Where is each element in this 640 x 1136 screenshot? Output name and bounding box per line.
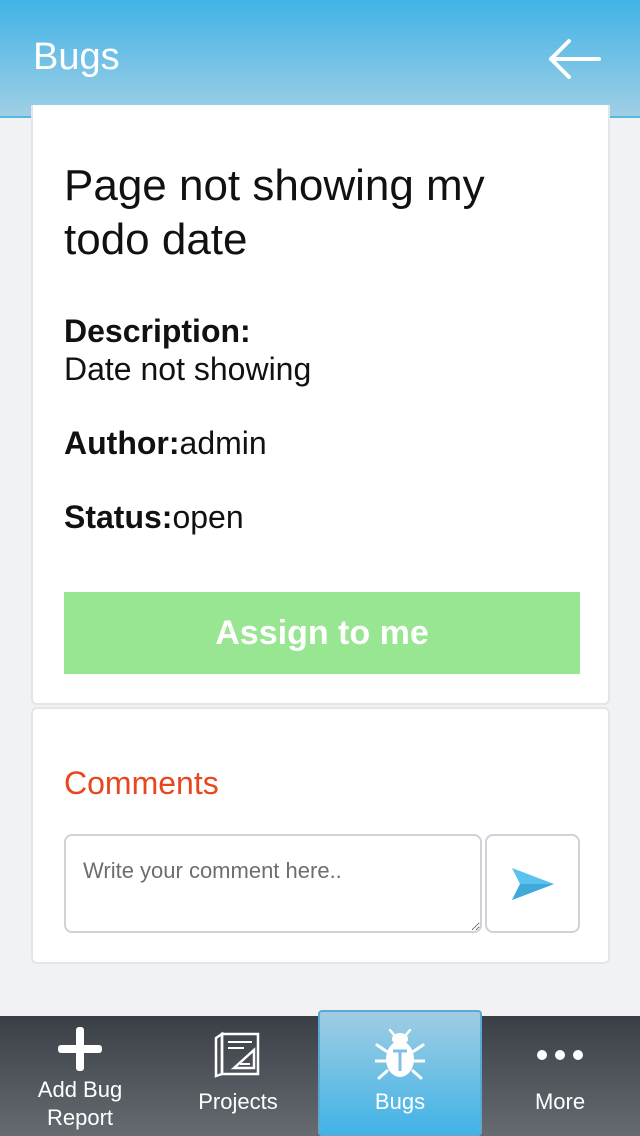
back-button[interactable]: [544, 32, 604, 86]
nav-more[interactable]: More: [480, 1016, 640, 1136]
assign-to-me-button[interactable]: Assign to me: [64, 592, 580, 674]
send-paper-plane-icon: [511, 867, 554, 900]
bug-details-card: Page not showing my todo date Descriptio…: [31, 105, 610, 705]
status-row: Status:open: [64, 499, 244, 536]
nav-label-more: More: [534, 1089, 586, 1114]
description-label: Description:: [64, 313, 251, 349]
nav-label-add-bug-report: Add Bug Report: [37, 1077, 123, 1130]
description-value: Date not showing: [64, 351, 312, 387]
nav-label-projects: Projects: [198, 1089, 278, 1114]
status-label: Status:: [64, 499, 173, 535]
nav-add-bug-report[interactable]: Add Bug Report: [0, 1016, 160, 1136]
nav-label-bugs: Bugs: [374, 1089, 426, 1114]
more-dots-icon: [537, 1050, 583, 1060]
plus-icon: [58, 1027, 102, 1071]
nav-projects[interactable]: Projects: [158, 1016, 318, 1136]
blueprint-icon: [214, 1031, 260, 1078]
comments-title: Comments: [64, 765, 219, 801]
comment-input[interactable]: [64, 834, 482, 933]
bug-title: Page not showing my todo date: [64, 161, 485, 264]
app-header: Bugs: [0, 0, 640, 118]
arrow-left-icon: [549, 39, 601, 79]
bottom-nav: Add Bug Report Projects Bugs More: [0, 1010, 640, 1136]
author-row: Author:admin: [64, 425, 267, 462]
bug-icon: [375, 1029, 425, 1080]
author-label: Author:: [64, 425, 180, 461]
nav-bugs[interactable]: Bugs: [318, 1010, 482, 1136]
page-title: Bugs: [33, 36, 120, 78]
comments-card: Comments: [31, 707, 610, 964]
send-comment-button[interactable]: [485, 834, 580, 933]
status-value: open: [172, 499, 244, 535]
author-value: admin: [179, 425, 267, 461]
